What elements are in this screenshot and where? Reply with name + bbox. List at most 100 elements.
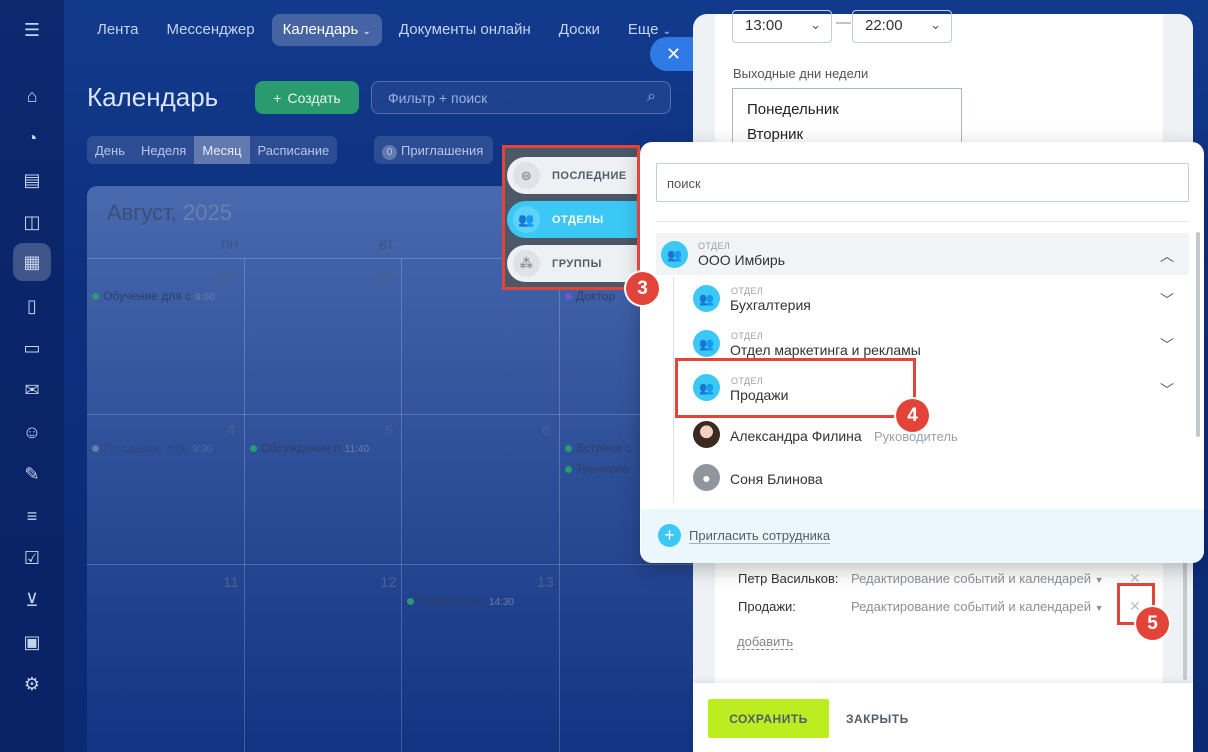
chevron-down-icon[interactable]: ﹀ <box>1160 380 1174 400</box>
calendar-event[interactable]: Доктор <box>565 289 615 303</box>
tab-week[interactable]: Неделя <box>133 136 194 164</box>
search-placeholder: поиск <box>667 176 701 191</box>
menu-item-messenger[interactable]: Мессенджер <box>156 14 266 46</box>
settings-icon[interactable]: ⚙ <box>20 672 44 696</box>
weekday-header: ПН <box>221 238 239 252</box>
event-title: Обучение для с <box>103 289 192 303</box>
drive-icon[interactable]: ▭ <box>20 336 44 360</box>
event-dot <box>565 293 572 300</box>
calendar-event[interactable]: Встреча с <box>565 441 631 455</box>
event-dot <box>565 445 572 452</box>
chevron-down-icon[interactable]: ﹀ <box>1160 290 1174 310</box>
invitations-label: Приглашения <box>401 143 484 158</box>
event-dot <box>250 445 257 452</box>
home-icon[interactable]: ⌂ <box>20 84 44 108</box>
crm-icon[interactable]: ◔ <box>20 126 44 150</box>
day-number[interactable]: 6 <box>542 422 550 439</box>
create-button[interactable]: + Создать <box>255 81 359 114</box>
day-number[interactable]: 28 <box>218 269 235 286</box>
selector-scrollbar[interactable] <box>1196 232 1200 437</box>
time-to-select[interactable]: 22:00 ⌄ <box>852 10 952 43</box>
menu-item-feed[interactable]: Лента <box>86 14 150 46</box>
grid-line <box>244 258 245 752</box>
chevron-up-icon[interactable]: ︿ <box>1160 246 1174 266</box>
weekday-header: ВТ <box>379 238 394 252</box>
day-number[interactable]: 29 <box>376 269 393 286</box>
menu-icon[interactable]: ☰ <box>20 18 44 42</box>
person-name[interactable]: Соня Блинова <box>730 471 823 487</box>
access-right-select[interactable]: Редактирование событий и календарей ▼ <box>851 571 1104 586</box>
invitations-count: 0 <box>382 145 397 160</box>
selector-search-input[interactable]: поиск <box>656 163 1189 202</box>
invite-employee-link[interactable]: Пригласить сотрудника <box>689 528 831 544</box>
calendar-event[interactable]: Тимбилдинг 14:30 <box>407 594 514 608</box>
cart-icon[interactable]: ⊻ <box>20 588 44 612</box>
menu-item-more-label: Еще <box>627 21 659 38</box>
access-right-value: Редактирование событий и календарей <box>851 599 1092 614</box>
view-tabs: День Неделя Месяц Расписание <box>87 136 338 164</box>
calendar-event[interactable]: Обсуждение п 11:40 <box>250 441 369 455</box>
menu-item-docs[interactable]: Документы онлайн <box>388 14 542 46</box>
close-icon: ✕ <box>666 43 682 64</box>
chevron-down-icon[interactable]: ﹀ <box>1160 335 1174 355</box>
access-right-select[interactable]: Редактирование событий и календарей ▼ <box>851 599 1104 614</box>
department-icon: 👥 <box>693 330 720 357</box>
sites-icon[interactable]: ▣ <box>20 630 44 654</box>
tab-schedule[interactable]: Расписание <box>250 136 338 164</box>
event-title: Встреча с <box>576 441 631 455</box>
menu-item-boards[interactable]: Доски <box>548 14 611 46</box>
department-icon: 👥 <box>661 241 688 268</box>
grid-line <box>87 564 727 565</box>
node-name[interactable]: Отдел маркетинга и рекламы <box>730 342 921 358</box>
day-number[interactable]: 4 <box>227 422 235 439</box>
time-from-value: 13:00 <box>745 17 783 34</box>
contacts-icon[interactable]: ☺ <box>20 420 44 444</box>
person-name[interactable]: Александра Филина <box>730 428 862 444</box>
day-number[interactable]: 13 <box>537 574 554 591</box>
mail-icon[interactable]: ✉ <box>20 378 44 402</box>
chat-icon[interactable]: ◫ <box>20 210 44 234</box>
edit-icon[interactable]: ✎ <box>20 462 44 486</box>
add-access-link[interactable]: добавить <box>737 634 794 650</box>
entity-selector <box>640 142 1204 563</box>
tasks-icon[interactable]: ☑ <box>20 546 44 570</box>
calendar-icon[interactable]: ▦ <box>13 243 51 281</box>
menu-item-calendar[interactable]: Календарь ⌄ <box>271 14 382 46</box>
day-number[interactable]: 12 <box>380 574 397 591</box>
time-from-select[interactable]: 13:00 ⌄ <box>732 10 832 43</box>
grid-line <box>401 258 402 752</box>
day-number[interactable]: 5 <box>385 422 393 439</box>
user-icon: ● <box>693 464 720 491</box>
feed-icon[interactable]: ▤ <box>20 168 44 192</box>
event-dot <box>407 598 414 605</box>
year: 2025 <box>183 200 232 225</box>
caret-down-icon: ▼ <box>1094 603 1104 613</box>
weekday-option[interactable]: Вторник <box>733 118 961 143</box>
weekend-days-label: Выходные дни недели <box>733 66 869 81</box>
tab-month[interactable]: Месяц <box>194 136 250 164</box>
top-menu: Лента Мессенджер Календарь ⌄ Документы о… <box>86 14 682 46</box>
tree-line <box>673 276 674 502</box>
day-number[interactable]: 11 <box>223 574 239 591</box>
node-name[interactable]: Бухгалтерия <box>730 297 811 313</box>
search-icon[interactable]: ⌕ <box>647 88 656 106</box>
event-time: 14:30 <box>488 597 514 608</box>
docs-icon[interactable]: ▯ <box>20 294 44 318</box>
save-button[interactable]: СОХРАНИТЬ <box>708 699 829 738</box>
calendar-event[interactable]: Обучение для с 8:00 <box>92 289 215 303</box>
calendar-event[interactable]: По сделке: Нов 9:30 <box>92 441 212 455</box>
chevron-down-icon: ⌄ <box>930 17 941 32</box>
close-button[interactable]: ЗАКРЫТЬ <box>846 712 909 726</box>
weekday-option[interactable]: Понедельник <box>733 89 961 118</box>
invitations-button[interactable]: 0 Приглашения <box>374 136 494 164</box>
weekend-days-select[interactable]: Понедельник Вторник <box>732 88 962 148</box>
filter-search-input[interactable]: Фильтр + поиск ⌕ <box>371 81 671 114</box>
plus-icon: + <box>273 89 282 106</box>
node-kind: ОТДЕЛ <box>731 331 764 341</box>
filter-icon[interactable]: ≡ <box>20 504 44 528</box>
calendar-event[interactable]: Трениров <box>565 462 629 476</box>
grid-line <box>87 414 727 415</box>
node-name[interactable]: ООО Имбирь <box>698 252 785 268</box>
plus-icon[interactable]: + <box>658 524 681 547</box>
tab-day[interactable]: День <box>87 136 133 164</box>
